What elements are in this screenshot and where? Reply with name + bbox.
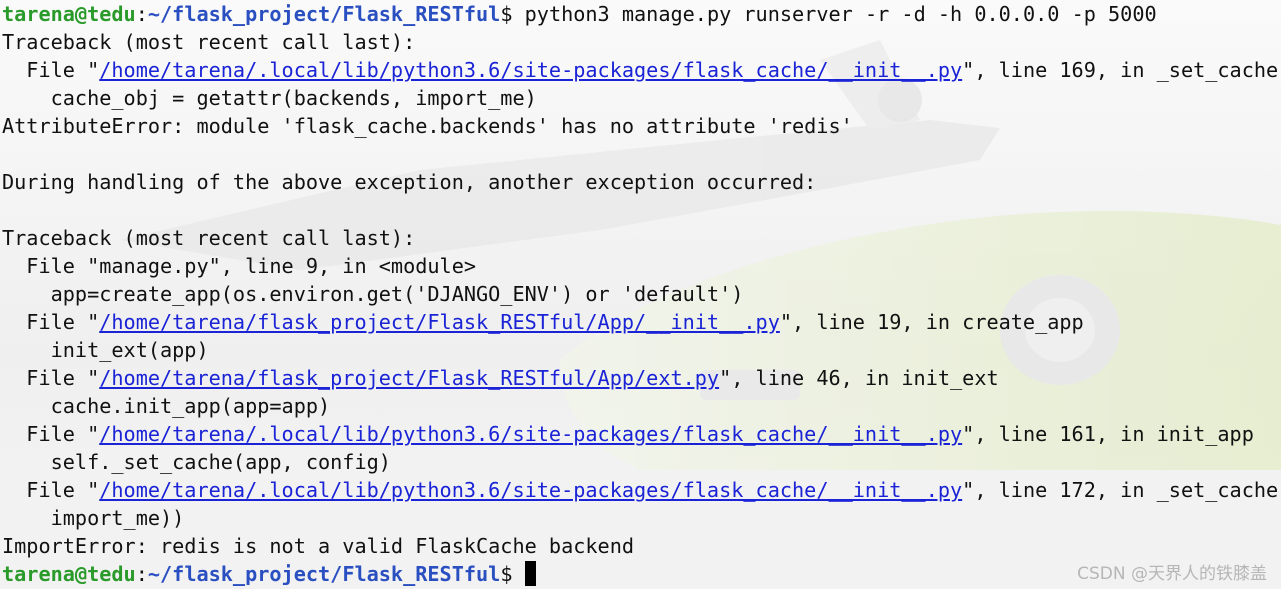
file-suffix: ", line 169, in _set_cache — [962, 58, 1279, 82]
file-path-link[interactable]: /home/tarena/flask_project/Flask_RESTful… — [99, 366, 719, 390]
file-path-link[interactable]: /home/tarena/.local/lib/python3.6/site-p… — [99, 478, 962, 502]
traceback-file-line: File "manage.py", line 9, in <module> — [2, 254, 477, 278]
file-prefix: File " — [2, 422, 100, 446]
prompt-colon: : — [135, 2, 148, 26]
traceback-file-line: File "/home/tarena/flask_project/Flask_R… — [2, 308, 1278, 336]
prompt-colon: : — [135, 562, 148, 586]
file-path-link[interactable]: /home/tarena/flask_project/Flask_RESTful… — [99, 310, 780, 334]
error-message: AttributeError: module 'flask_cache.back… — [2, 114, 853, 138]
traceback-header: Traceback (most recent call last): — [2, 226, 416, 250]
traceback-code-line: cache.init_app(app=app) — [2, 394, 331, 418]
traceback-code-line: import_me)) — [2, 506, 185, 530]
file-prefix: File " — [2, 366, 100, 390]
during-handling-message: During handling of the above exception, … — [2, 170, 817, 194]
terminal-output: tarena@tedu:~/flask_project/Flask_RESTfu… — [2, 0, 1278, 588]
file-suffix: ", line 161, in init_app — [962, 422, 1254, 446]
file-prefix: File " — [2, 478, 100, 502]
traceback-file-line: File "/home/tarena/.local/lib/python3.6/… — [2, 56, 1278, 84]
traceback-file-line: File "/home/tarena/flask_project/Flask_R… — [2, 364, 1278, 392]
traceback-file-line: File "/home/tarena/.local/lib/python3.6/… — [2, 476, 1278, 504]
file-prefix: File " — [2, 58, 100, 82]
file-path-link[interactable]: /home/tarena/.local/lib/python3.6/site-p… — [99, 422, 962, 446]
command-text: python3 manage.py runserver -r -d -h 0.0… — [512, 2, 1157, 26]
file-prefix: File " — [2, 310, 100, 334]
watermark: CSDN @天界人的铁膝盖 — [1077, 564, 1267, 584]
prompt-user-host: tarena@tedu — [2, 2, 136, 26]
file-path-link[interactable]: /home/tarena/.local/lib/python3.6/site-p… — [99, 58, 962, 82]
traceback-header: Traceback (most recent call last): — [2, 30, 416, 54]
prompt-path: ~/flask_project/Flask_RESTful — [147, 562, 501, 586]
traceback-code-line: init_ext(app) — [2, 338, 209, 362]
prompt-user-host: tarena@tedu — [2, 562, 136, 586]
file-suffix: ", line 46, in init_ext — [719, 366, 999, 390]
traceback-code-line: self._set_cache(app, config) — [2, 450, 391, 474]
prompt-symbol: $ — [500, 562, 513, 586]
command-line: tarena@tedu:~/flask_project/Flask_RESTfu… — [2, 0, 1278, 28]
traceback-code-line: cache_obj = getattr(backends, import_me) — [2, 86, 537, 110]
prompt-symbol: $ — [500, 2, 513, 26]
final-error-message: ImportError: redis is not a valid FlaskC… — [2, 534, 635, 558]
prompt-path: ~/flask_project/Flask_RESTful — [147, 2, 501, 26]
traceback-code-line: app=create_app(os.environ.get('DJANGO_EN… — [2, 282, 744, 306]
file-suffix: ", line 19, in create_app — [779, 310, 1084, 334]
file-suffix: ", line 172, in _set_cache — [962, 478, 1279, 502]
text-cursor — [524, 561, 536, 586]
traceback-file-line: File "/home/tarena/.local/lib/python3.6/… — [2, 420, 1278, 448]
